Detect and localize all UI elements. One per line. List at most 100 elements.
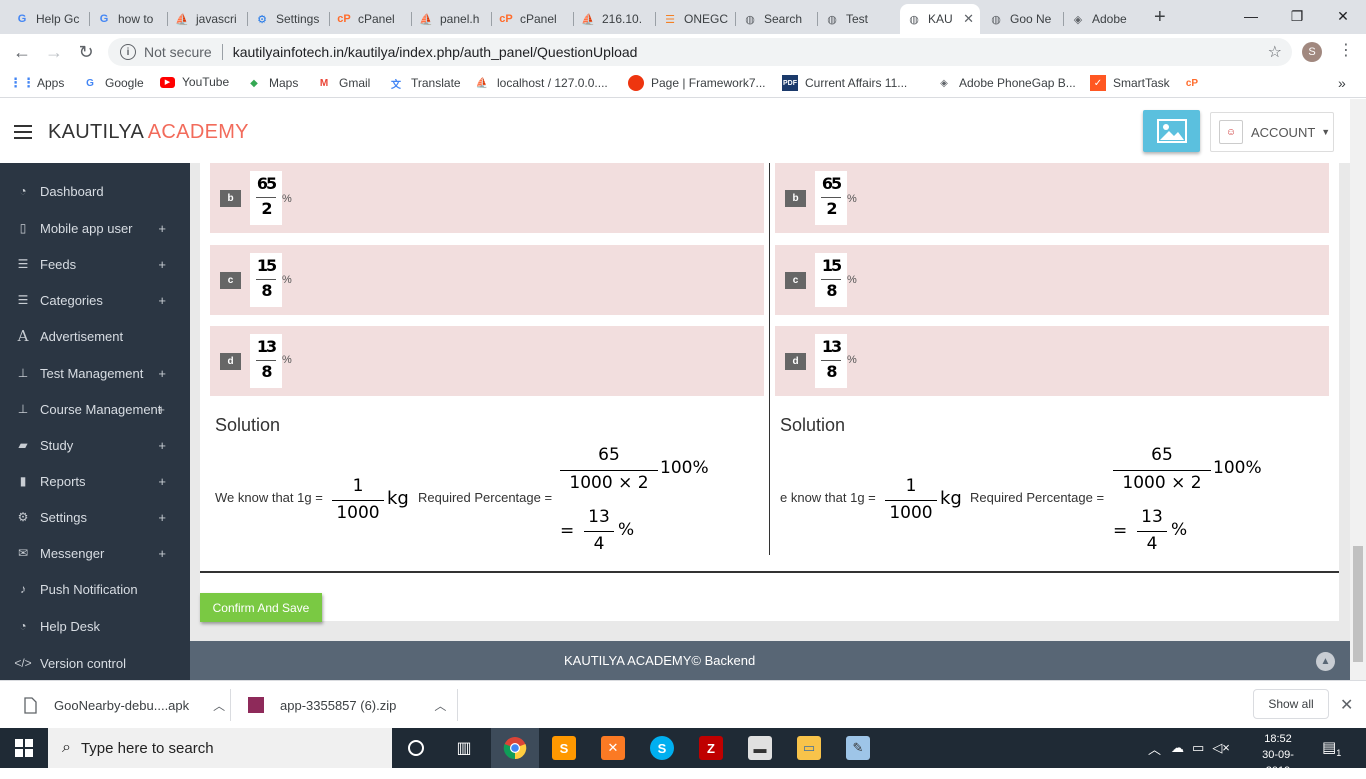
url-text[interactable]: kautilyainfotech.in/kautilya/index.php/a… — [233, 44, 638, 60]
bookmark-framework7[interactable]: Page | Framework7... — [628, 75, 766, 91]
skype-icon[interactable]: S — [638, 728, 686, 768]
sidebar-item-version-control[interactable]: </> Version control — [0, 645, 190, 681]
option-label: c — [220, 272, 241, 289]
sidebar-item-help-desk[interactable]: ◔ Help Desk — [0, 608, 190, 644]
hamburger-menu-icon[interactable] — [14, 125, 32, 139]
more-bookmarks-button[interactable]: » — [1338, 75, 1346, 91]
browser-tab[interactable]: ☰ ONEGC — [656, 4, 736, 34]
bookmark-cpanel[interactable]: cP — [1184, 75, 1207, 91]
bookmark-maps[interactable]: ◆ Maps — [246, 75, 298, 91]
close-window-icon[interactable]: ✕ — [1320, 0, 1366, 32]
minimize-icon[interactable]: — — [1228, 0, 1274, 32]
close-tab-icon[interactable]: ✕ — [957, 11, 974, 27]
profile-avatar[interactable]: S — [1302, 42, 1322, 62]
browser-tab[interactable]: ◈ Adobe — [1064, 4, 1144, 34]
scroll-to-top-icon[interactable]: ▲ — [1316, 652, 1335, 671]
download-item[interactable]: GooNearby-debu....apk ︿ — [22, 681, 225, 729]
browser-tab[interactable]: ⛵ panel.h — [412, 4, 492, 34]
bookmark-youtube[interactable]: ▶ YouTube — [160, 75, 229, 89]
browser-tab[interactable]: ⛵ javascri — [168, 4, 248, 34]
question-preview-left: b 65 2 % c 15 8 % d 13 8 % Solution We know… — [210, 163, 764, 555]
forward-arrow-icon[interactable]: → — [42, 40, 66, 64]
browser-tab[interactable]: Ghow to — [90, 4, 168, 34]
reload-icon[interactable]: ↻ — [74, 40, 98, 64]
bookmark-phonegap[interactable]: ◈ Adobe PhoneGap B... — [936, 75, 1076, 91]
list-icon: ☰ — [17, 257, 29, 271]
show-all-downloads-button[interactable]: Show all — [1253, 689, 1329, 719]
paint-icon[interactable]: ✎ — [834, 728, 882, 768]
system-tray: ︿ ☁ ▭ ◁× — [1148, 728, 1230, 768]
tray-chevron-icon[interactable]: ︿ — [1148, 739, 1161, 758]
bookmark-current-affairs[interactable]: PDF Current Affairs 11... — [782, 75, 907, 91]
bookmark-localhost[interactable]: ⛵ localhost / 127.0.0.... — [474, 75, 608, 91]
scrollbar-thumb[interactable] — [1353, 546, 1363, 662]
browser-tab[interactable]: cP cPanel — [330, 4, 412, 34]
security-label: Not secure — [144, 44, 212, 60]
sidebar-item-categories[interactable]: ☰ Categories + — [0, 282, 190, 318]
sidebar-item-advertisement[interactable]: A Advertisement — [0, 318, 190, 354]
cortana-icon[interactable] — [392, 728, 440, 768]
phpmyadmin-icon: ⛵ — [419, 13, 433, 26]
sidebar-item-feeds[interactable]: ☰ Feeds + — [0, 246, 190, 282]
volume-mute-icon[interactable]: ◁× — [1212, 740, 1230, 756]
math-text: 100% — [1213, 458, 1262, 478]
filezilla-icon[interactable]: Z — [687, 728, 735, 768]
windows-start-icon[interactable] — [0, 728, 48, 768]
bookmark-google[interactable]: G Google — [82, 75, 144, 91]
close-downloads-icon[interactable]: ✕ — [1340, 695, 1353, 715]
browser-tab[interactable]: ◍ Goo Ne — [982, 4, 1064, 34]
browser-tab[interactable]: ◍ Test — [818, 4, 900, 34]
xampp-icon[interactable]: ✕ — [589, 728, 637, 768]
bookmark-gmail[interactable]: M Gmail — [316, 75, 371, 91]
maps-icon: ◆ — [250, 77, 258, 89]
omnibox[interactable]: i Not secure kautilyainfotech.in/kautily… — [108, 38, 1292, 66]
taskbar-search-box[interactable]: ⌕ Type here to search — [48, 728, 392, 768]
globe-icon: ◍ — [909, 13, 919, 26]
bookmark-star-icon[interactable]: ☆ — [1268, 42, 1282, 62]
sidebar-item-study[interactable]: ▰ Study + — [0, 427, 190, 463]
file-explorer-icon[interactable]: ▭ — [785, 728, 833, 768]
image-upload-button[interactable] — [1143, 110, 1200, 152]
bookmark-smarttask[interactable]: ✓ SmartTask — [1090, 75, 1170, 91]
sidebar-item-mobile-app-user[interactable]: ▯ Mobile app user + — [0, 210, 190, 246]
bookmark-translate[interactable]: 文 Translate — [388, 75, 461, 91]
display-icon[interactable]: ▭ — [1192, 740, 1204, 756]
task-view-icon[interactable]: ▥ — [440, 728, 488, 768]
sidebar-item-course-management[interactable]: ⊥ Course Management + — [0, 391, 190, 427]
new-tab-button[interactable]: + — [1154, 6, 1166, 29]
browser-tab[interactable]: ⛵ 216.10. — [574, 4, 656, 34]
browser-tab-active[interactable]: ◍ KAU ✕ — [900, 4, 980, 34]
browser-tab[interactable]: G Help Gc — [8, 4, 90, 34]
sidebar-item-push-notification[interactable]: ♪ Push Notification — [0, 571, 190, 607]
notification-center-icon[interactable]: ▤1 — [1322, 738, 1341, 758]
sitemap-icon: ⊥ — [17, 402, 29, 416]
restore-icon[interactable]: ❐ — [1274, 0, 1320, 32]
browser-tab[interactable]: cP cPanel — [492, 4, 574, 34]
sidebar-item-reports[interactable]: ▮ Reports + — [0, 463, 190, 499]
account-dropdown[interactable]: ☺ ACCOUNT ▼ — [1210, 112, 1334, 152]
sidebar-item-dashboard[interactable]: ◔ Dashboard — [0, 173, 190, 209]
app-window-icon[interactable]: ▬ — [736, 728, 784, 768]
bookmark-apps[interactable]: ⋮⋮ Apps — [9, 75, 64, 91]
info-icon[interactable]: i — [120, 44, 136, 60]
system-clock[interactable]: 18:52 30-09-2019 — [1250, 731, 1306, 779]
network-icon[interactable]: ☁ — [1171, 740, 1184, 756]
translate-icon: 文 — [391, 79, 401, 91]
browser-menu-icon[interactable]: ⋮ — [1338, 40, 1354, 60]
confirm-and-save-button[interactable]: Confirm And Save — [200, 593, 322, 622]
expand-plus-icon: + — [158, 437, 166, 453]
chrome-taskbar-icon[interactable] — [491, 728, 539, 768]
chevron-up-icon[interactable]: ︿ — [213, 697, 225, 714]
browser-tab[interactable]: ⚙ Settings — [248, 4, 330, 34]
book-icon: ▰ — [18, 438, 28, 452]
brand-logo[interactable]: KAUTILYA ACADEMY — [48, 121, 249, 144]
sidebar-item-test-management[interactable]: ⊥ Test Management + — [0, 355, 190, 391]
sidebar-item-settings[interactable]: ⚙ Settings + — [0, 499, 190, 535]
sublime-text-icon[interactable]: S — [540, 728, 588, 768]
download-item[interactable]: app-3355857 (6).zip ︿ — [248, 681, 446, 729]
sidebar-item-messenger[interactable]: ✉ Messenger + — [0, 535, 190, 571]
chevron-up-icon[interactable]: ︿ — [434, 697, 446, 714]
back-arrow-icon[interactable]: ← — [10, 40, 34, 64]
browser-tab[interactable]: ◍ Search — [736, 4, 818, 34]
page-scrollbar[interactable] — [1350, 99, 1366, 680]
